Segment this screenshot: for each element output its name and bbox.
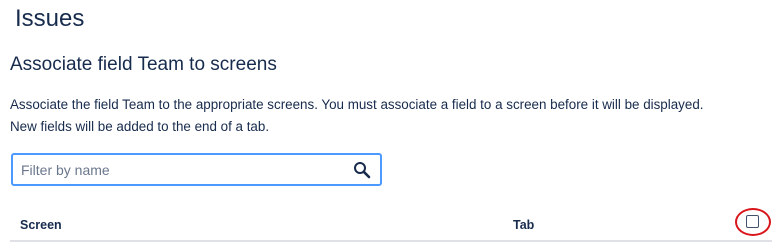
- search-icon[interactable]: [353, 161, 371, 179]
- filter-input[interactable]: [21, 159, 341, 181]
- column-header-screen: Screen: [20, 218, 62, 232]
- section-title: Associate field Team to screens: [10, 54, 277, 75]
- filter-field[interactable]: [11, 153, 382, 186]
- description-line-2: New fields will be added to the end of a…: [10, 119, 270, 134]
- select-all-checkbox[interactable]: [746, 215, 759, 228]
- app-title: Issues: [15, 5, 85, 32]
- column-header-tab: Tab: [513, 218, 535, 232]
- annotation-circle: [735, 208, 771, 236]
- section-description: Associate the field Team to the appropri…: [10, 94, 775, 138]
- description-line-1: Associate the field Team to the appropri…: [10, 97, 704, 112]
- page: Issues Associate field Team to screens A…: [0, 0, 779, 250]
- table-header: Screen Tab: [10, 208, 772, 242]
